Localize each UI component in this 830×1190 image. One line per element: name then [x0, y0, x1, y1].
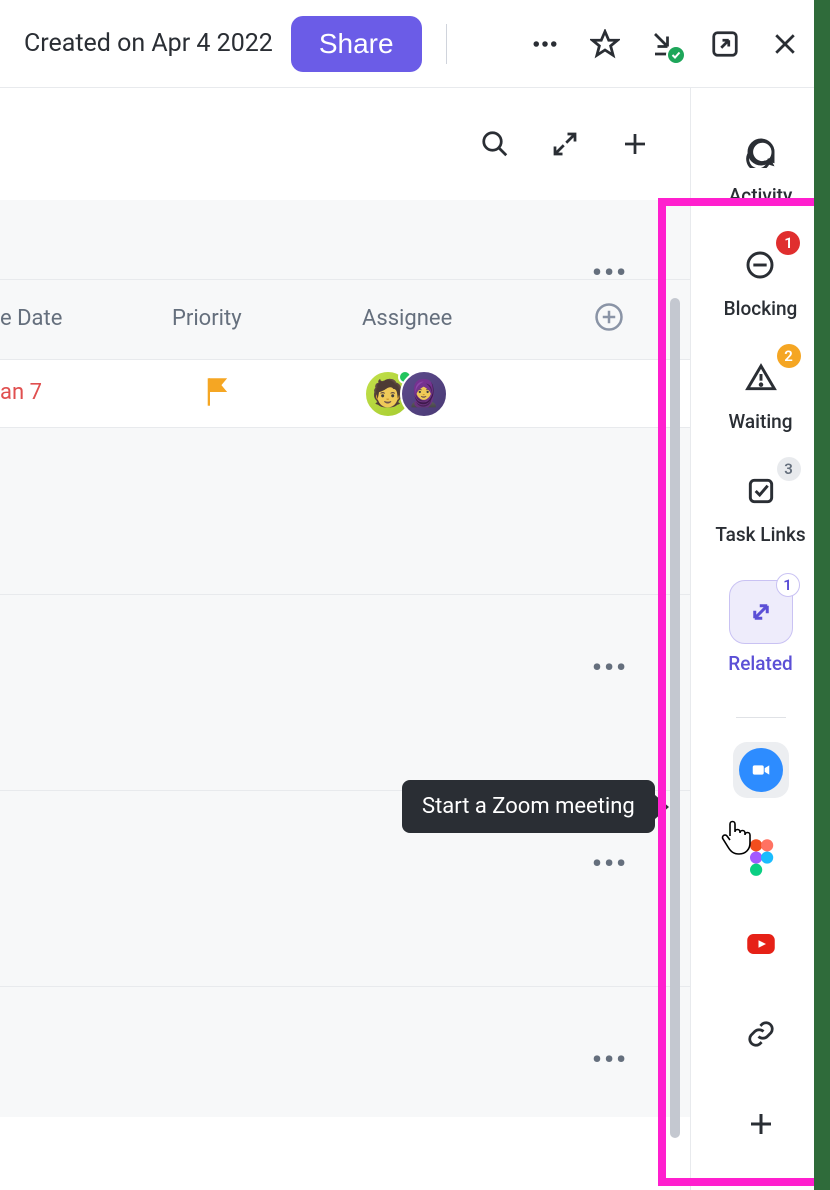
rail-task-links[interactable]: 3 Task Links: [715, 467, 805, 546]
fullscreen-icon: [550, 129, 580, 159]
youtube-icon: [740, 929, 782, 959]
zoom-tool-button[interactable]: [733, 742, 789, 798]
flag-icon: [204, 376, 232, 408]
warning-icon: [745, 362, 777, 394]
add-column-button[interactable]: [594, 302, 624, 332]
assignee-avatars[interactable]: 🧑 🧕: [364, 370, 448, 418]
side-rail: Activity 1 Blocking 2 Waiting 3 Task Lin…: [690, 88, 830, 1190]
link-tool-button[interactable]: [733, 1006, 789, 1062]
expand-icon: [710, 29, 740, 59]
search-button[interactable]: [480, 129, 510, 159]
badge-count: 1: [776, 573, 800, 597]
figma-tool-button[interactable]: [733, 832, 789, 888]
favorite-button[interactable]: [590, 29, 620, 59]
link-icon: [746, 1019, 776, 1049]
created-on-text: Created on Apr 4 2022: [24, 29, 273, 58]
blocking-icon: [744, 249, 776, 281]
section-menu-button[interactable]: •••: [590, 651, 630, 684]
rail-blocking-label: Blocking: [724, 297, 798, 320]
plus-icon: [620, 129, 650, 159]
list-section-header: •••: [0, 200, 690, 280]
figma-icon: [746, 838, 776, 882]
scrollbar[interactable]: [670, 298, 680, 1138]
section-menu-button[interactable]: •••: [590, 847, 630, 880]
due-date-value: an 7: [0, 380, 42, 405]
plus-icon: [746, 1109, 776, 1139]
star-icon: [590, 29, 620, 59]
rail-related[interactable]: 1 Related: [728, 580, 792, 675]
screen-edge: [814, 0, 830, 1190]
main-content: ••• e Date Priority Assignee an 7 🧑: [0, 88, 690, 1190]
share-button[interactable]: Share: [291, 16, 422, 72]
close-icon: [770, 29, 800, 59]
task-check-icon: [745, 475, 777, 507]
check-badge-icon: [666, 45, 686, 65]
fullscreen-button[interactable]: [550, 129, 580, 159]
related-icon: [746, 597, 776, 627]
rail-divider: [736, 717, 786, 718]
list-section: •••: [0, 595, 690, 791]
plus-circle-icon: [594, 302, 624, 332]
column-priority-label: Priority: [172, 306, 242, 331]
add-tool-button[interactable]: [733, 1096, 789, 1152]
rail-waiting[interactable]: 2 Waiting: [728, 354, 792, 433]
expand-button[interactable]: [710, 29, 740, 59]
rail-task-links-label: Task Links: [715, 523, 805, 546]
column-assignee-label: Assignee: [362, 306, 452, 331]
badge-count: 2: [777, 344, 801, 368]
close-button[interactable]: [770, 29, 800, 59]
more-menu-button[interactable]: [530, 29, 560, 59]
priority-flag[interactable]: [204, 376, 232, 412]
rail-blocking[interactable]: 1 Blocking: [724, 241, 798, 320]
rail-waiting-label: Waiting: [728, 410, 792, 433]
column-date-label: e Date: [0, 306, 62, 331]
badge-count: 1: [776, 231, 800, 255]
section-menu-button[interactable]: •••: [590, 1043, 630, 1076]
column-headers-row: e Date Priority Assignee: [0, 280, 690, 360]
tray-button[interactable]: [650, 29, 680, 59]
chat-icon: [745, 136, 777, 168]
divider: [446, 24, 447, 64]
ellipsis-icon: [530, 29, 560, 59]
rail-activity[interactable]: Activity: [729, 128, 793, 207]
search-icon: [480, 129, 510, 159]
zoom-icon: [739, 748, 783, 792]
list-section: [0, 428, 690, 595]
youtube-tool-button[interactable]: [733, 916, 789, 972]
badge-count: 3: [777, 457, 801, 481]
list-section: •••: [0, 987, 690, 1117]
rail-related-label: Related: [728, 652, 792, 675]
add-button[interactable]: [620, 129, 650, 159]
task-row[interactable]: an 7 🧑 🧕: [0, 360, 690, 428]
top-bar: Created on Apr 4 2022 Share: [0, 0, 830, 88]
rail-activity-label: Activity: [729, 184, 793, 207]
zoom-tooltip: Start a Zoom meeting: [402, 780, 655, 833]
avatar[interactable]: 🧕: [400, 370, 448, 418]
content-toolbar: [0, 88, 690, 200]
